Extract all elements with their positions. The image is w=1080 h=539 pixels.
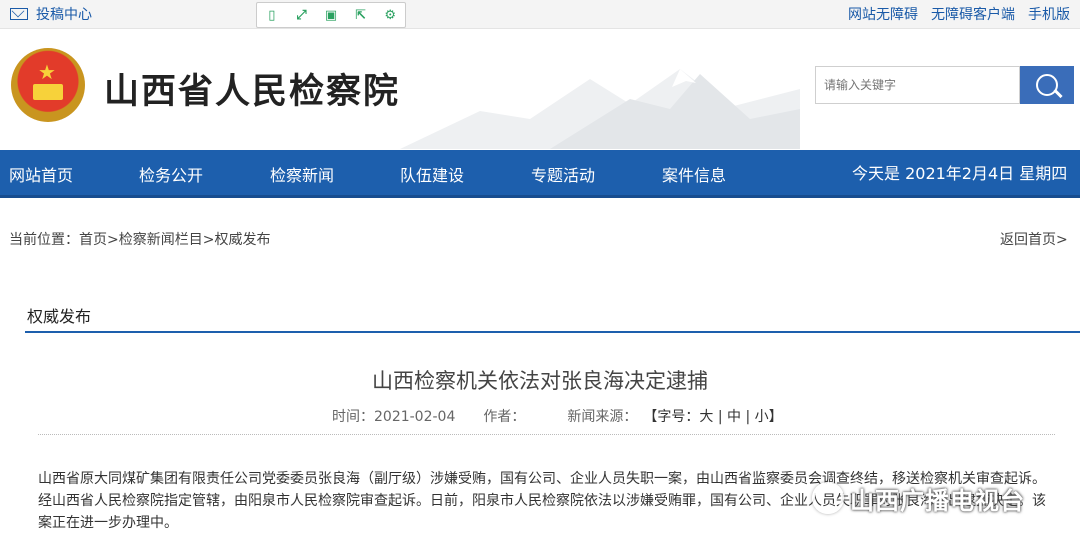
top-bar: 投稿中心 ▯ ⤢ ▣ ⇱ ⚙ 网站无障碍 无障碍客户端 手机版 xyxy=(0,0,1080,29)
main-nav: 网站首页 检务公开 检察新闻 队伍建设 专题活动 案件信息 今天是 2021年2… xyxy=(0,150,1080,198)
watermark-logo-icon xyxy=(812,482,844,514)
search-input[interactable] xyxy=(815,66,1020,104)
star-icon: ★ xyxy=(38,60,56,84)
watermark: 山西广播电视台 xyxy=(812,478,1052,518)
contribute-label: 投稿中心 xyxy=(36,7,92,23)
font-size-switcher[interactable]: 【字号：大 | 中 | 小】 xyxy=(643,406,782,426)
contribute-link[interactable]: 投稿中心 xyxy=(10,4,92,24)
top-links: 网站无障碍 无障碍客户端 手机版 xyxy=(848,4,1070,24)
current-date: 今天是 2021年2月4日 星期四 xyxy=(852,164,1068,183)
meta-divider xyxy=(38,434,1055,435)
article-title: 山西检察机关依法对张良海决定逮捕 xyxy=(372,369,708,393)
article-author: 作者： xyxy=(483,409,526,425)
accessibility-client-link[interactable]: 无障碍客户端 xyxy=(931,4,1015,24)
mobile-icon[interactable]: ▯ xyxy=(264,8,279,23)
settings-icon[interactable]: ⚙ xyxy=(383,8,398,23)
gate-icon xyxy=(33,84,63,100)
article-time: 时间：2021-02-04 xyxy=(332,409,456,425)
site-header: ★ 山西省人民检察院 xyxy=(0,29,1080,150)
mountain-background xyxy=(400,69,800,149)
nav-news[interactable]: 检察新闻 xyxy=(270,162,334,186)
article-meta: 时间：2021-02-04 作者： 新闻来源： 【字号：大 | 中 | 小】 xyxy=(332,406,783,426)
article-source: 新闻来源： xyxy=(567,409,638,425)
nav-affairs[interactable]: 检务公开 xyxy=(139,162,203,186)
site-title: 山西省人民检察院 xyxy=(104,72,401,112)
breadcrumb[interactable]: 当前位置：首页>检察新闻栏目>权威发布 xyxy=(9,229,270,249)
nav-cases[interactable]: 案件信息 xyxy=(662,162,726,186)
search-icon xyxy=(1036,74,1058,96)
section-title: 权威发布 xyxy=(27,307,92,326)
section-divider xyxy=(25,331,1080,333)
watermark-text: 山西广播电视台 xyxy=(850,486,1025,515)
nav-home[interactable]: 网站首页 xyxy=(9,162,73,186)
nav-team[interactable]: 队伍建设 xyxy=(400,162,464,186)
share-icon[interactable]: ⇱ xyxy=(353,8,368,23)
accessibility-toolbox: ▯ ⤢ ▣ ⇱ ⚙ xyxy=(256,2,406,28)
accessibility-link[interactable]: 网站无障碍 xyxy=(848,4,918,24)
expand-icon[interactable]: ⤢ xyxy=(294,8,309,23)
back-home-link[interactable]: 返回首页> xyxy=(1000,229,1068,249)
mobile-version-link[interactable]: 手机版 xyxy=(1028,4,1070,24)
mail-icon xyxy=(10,8,28,20)
nav-topics[interactable]: 专题活动 xyxy=(531,162,595,186)
search-button[interactable] xyxy=(1020,66,1074,104)
save-icon[interactable]: ▣ xyxy=(323,8,338,23)
national-emblem: ★ xyxy=(11,48,85,122)
